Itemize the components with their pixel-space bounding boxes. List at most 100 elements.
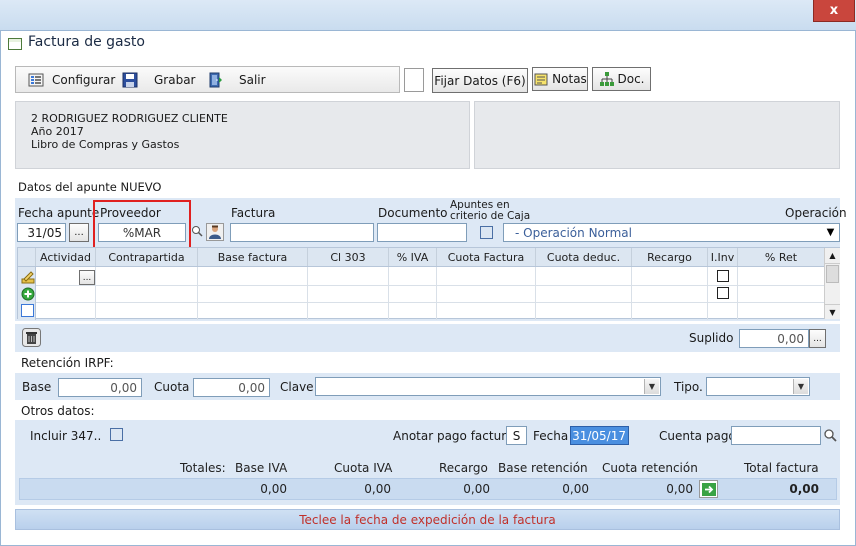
contact-person-icon[interactable] — [206, 223, 224, 241]
scroll-thumb[interactable] — [826, 265, 839, 283]
irpf-clave-dropdown-arrow[interactable]: ▼ — [644, 379, 659, 394]
irpf-tipo-dropdown-arrow[interactable]: ▼ — [793, 379, 808, 394]
fecha-apunte-input[interactable]: 31/05 — [17, 223, 66, 242]
grid-header: Actividad Contrapartida Base factura Cl … — [18, 248, 824, 267]
anotar-pago-input[interactable]: S — [506, 426, 527, 445]
cuenta-search-icon[interactable] — [823, 428, 837, 442]
irpf-cuota-input[interactable]: 0,00 — [193, 378, 270, 397]
suplido-label: Suplido — [689, 331, 734, 345]
cuenta-pago-label: Cuenta pago — [659, 429, 736, 443]
incluir-347-checkbox[interactable] — [110, 428, 123, 441]
cuota-retencion-label: Cuota retención — [602, 461, 698, 475]
suplido-input[interactable]: 0,00 — [739, 329, 809, 348]
blank-toggle[interactable] — [404, 68, 424, 92]
col-recargo: Recargo — [632, 248, 708, 266]
pago-fecha-value: 31/05/17 — [572, 428, 626, 443]
suplido-picker-button[interactable]: ... — [809, 329, 826, 348]
irpf-section-title: Retención IRPF: — [21, 356, 114, 370]
title-bar — [0, 0, 856, 30]
col-pct-ret: % Ret — [764, 250, 798, 264]
proveedor-highlight-box — [93, 200, 191, 249]
operacion-dropdown-arrow[interactable]: ▼ — [823, 225, 838, 240]
salir-button[interactable]: Salir — [207, 67, 266, 92]
arrow-right-icon — [702, 483, 716, 496]
apuntes-caja-checkbox[interactable] — [480, 226, 493, 239]
operacion-label: Operación — [785, 206, 847, 220]
scroll-down-arrow[interactable]: ▼ — [825, 304, 840, 319]
fecha-picker-button[interactable]: ... — [69, 223, 89, 242]
pago-fecha-label: Fecha — [533, 429, 569, 443]
scroll-up-arrow[interactable]: ▲ — [825, 248, 840, 264]
status-message: Teclee la fecha de expedición de la fact… — [299, 512, 556, 527]
form-icon — [8, 38, 22, 50]
total-base-retencion: 0,00 — [562, 482, 589, 496]
fecha-apunte-value: 31/05 — [27, 225, 62, 240]
grabar-label: Grabar — [154, 72, 196, 87]
irpf-base-label: Base — [22, 380, 52, 394]
actividad-picker-button[interactable]: ... — [79, 270, 95, 285]
total-factura-value: 0,00 — [789, 482, 819, 496]
factura-input[interactable] — [230, 223, 374, 242]
save-icon — [122, 72, 138, 87]
trash-icon[interactable] — [22, 328, 41, 347]
row-selector[interactable] — [21, 304, 34, 317]
window-title: Factura de gasto — [28, 34, 145, 50]
grid-scrollbar[interactable]: ▲ ▼ — [824, 248, 840, 319]
apuntes-caja-label: Apuntes en criterio de Caja — [450, 200, 530, 222]
irpf-clave-label: Clave — [280, 380, 314, 394]
toolbar: Configurar Grabar Salir — [15, 66, 400, 93]
total-cuota-iva: 0,00 — [364, 482, 391, 496]
exit-door-icon — [209, 72, 222, 87]
configurar-button[interactable]: Configurar — [28, 67, 115, 92]
cuenta-pago-input[interactable] — [731, 426, 821, 445]
transfer-retencion-button[interactable] — [699, 480, 718, 498]
col-cuota-deduc: Cuota deduc. — [536, 248, 632, 266]
total-factura-label: Total factura — [744, 461, 819, 475]
total-cuota-retencion: 0,00 — [666, 482, 693, 496]
factura-label: Factura — [231, 206, 276, 220]
close-button[interactable]: x — [813, 0, 855, 22]
irpf-tipo-select[interactable]: ▼ — [706, 377, 810, 396]
doc-button[interactable]: Doc. — [592, 67, 651, 91]
fijar-datos-label: Fijar Datos (F6) — [434, 73, 526, 88]
operacion-value: - Operación Normal — [515, 225, 632, 240]
col-contrapartida: Contrapartida — [96, 248, 198, 266]
org-tree-icon — [599, 72, 614, 86]
documento-input[interactable] — [377, 223, 467, 242]
operacion-select[interactable]: - Operación Normal ▼ — [503, 223, 840, 242]
documento-label: Documento — [378, 206, 448, 220]
otros-section-title: Otros datos: — [21, 404, 95, 418]
suplido-value: 0,00 — [777, 331, 804, 346]
irpf-clave-select[interactable]: ▼ — [315, 377, 661, 396]
pago-fecha-input[interactable]: 31/05/17 — [570, 426, 629, 445]
notas-button[interactable]: Notas — [532, 67, 588, 91]
anotar-pago-value: S — [512, 428, 521, 443]
iinv-checkbox-row1[interactable] — [717, 270, 729, 282]
apunte-section-title: Datos del apunte NUEVO — [18, 180, 162, 194]
fecha-apunte-label: Fecha apunte — [18, 206, 100, 220]
fijar-datos-button[interactable]: Fijar Datos (F6) — [432, 68, 528, 93]
base-retencion-label: Base retención — [498, 461, 588, 475]
company-name: 2 RODRIGUEZ RODRIGUEZ CLIENTE — [31, 112, 228, 125]
entries-grid: Actividad Contrapartida Base factura Cl … — [17, 247, 840, 320]
status-bar: Teclee la fecha de expedición de la fact… — [15, 509, 840, 530]
add-row-icon[interactable] — [21, 287, 35, 301]
irpf-base-input[interactable]: 0,00 — [58, 378, 142, 397]
irpf-base-value: 0,00 — [110, 380, 137, 395]
col-cl303: Cl 303 — [308, 248, 389, 266]
grabar-button[interactable]: Grabar — [122, 67, 196, 92]
close-icon: x — [829, 3, 839, 18]
proveedor-search-icon[interactable] — [191, 225, 203, 237]
irpf-cuota-value: 0,00 — [238, 380, 265, 395]
notes-icon — [534, 73, 548, 86]
iinv-checkbox-row2[interactable] — [717, 287, 729, 299]
apuntes-caja-label-2: criterio de Caja — [450, 210, 531, 222]
recargo-label: Recargo — [439, 461, 488, 475]
total-base-iva: 0,00 — [260, 482, 287, 496]
salir-label: Salir — [239, 72, 266, 87]
notas-label: Notas — [552, 72, 587, 86]
edit-pencil-icon[interactable] — [21, 270, 35, 284]
base-iva-label: Base IVA — [235, 461, 288, 475]
anotar-pago-label: Anotar pago factura — [393, 429, 514, 443]
irpf-tipo-label: Tipo. — [674, 380, 703, 394]
